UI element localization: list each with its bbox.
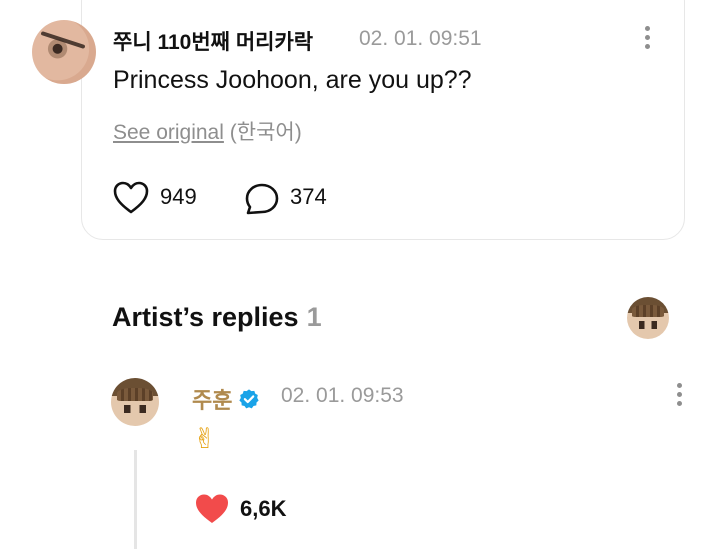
post-like-count: 949 [160,184,197,209]
reply-author-row[interactable]: 주훈 [192,383,260,415]
dot [676,391,682,397]
see-original-row: See original (한국어) [113,116,302,146]
dot [644,34,650,40]
speech-bubble-icon[interactable] [244,182,280,216]
reply-like-count: 6,6K [240,496,287,521]
post-text: Princess Joohoon, are you up?? [113,66,472,94]
artist-replies-count: 1 [306,302,322,332]
artist-avatar-small[interactable] [627,297,669,339]
dot [676,382,682,388]
see-original-link[interactable]: See original [113,121,224,144]
avatar-image-detail [40,30,86,50]
heart-outline-icon[interactable] [112,180,150,216]
post-more-options-icon[interactable] [637,22,657,52]
post-timestamp: 02. 01. 09:51 [359,27,482,50]
reply-thread-line [134,450,137,549]
artist-avatar-image [111,378,159,426]
fan-post-page: 쭈니 110번째 머리카락 02. 01. 09:51 Princess Joo… [0,0,720,549]
post-author-name[interactable]: 쭈니 110번째 머리카락 [113,26,313,56]
artist-replies-title: Artist’s replies [112,302,299,332]
artist-replies-heading: Artist’s replies 1 [112,302,322,333]
dot [676,400,682,406]
verified-badge-icon [239,389,260,409]
dot [644,43,650,49]
post-author-avatar[interactable] [32,20,96,84]
reply-timestamp: 02. 01. 09:53 [281,384,404,407]
original-language-label: (한국어) [229,121,302,144]
dot [644,25,650,31]
reply-content: ✌ [193,422,217,455]
heart-filled-icon[interactable] [193,492,231,526]
artist-avatar-image [627,297,669,339]
reply-author-avatar[interactable] [111,378,159,426]
reply-more-options-icon[interactable] [669,379,689,409]
post-comment-count: 374 [290,184,327,209]
reply-author-name[interactable]: 주훈 [192,383,232,415]
